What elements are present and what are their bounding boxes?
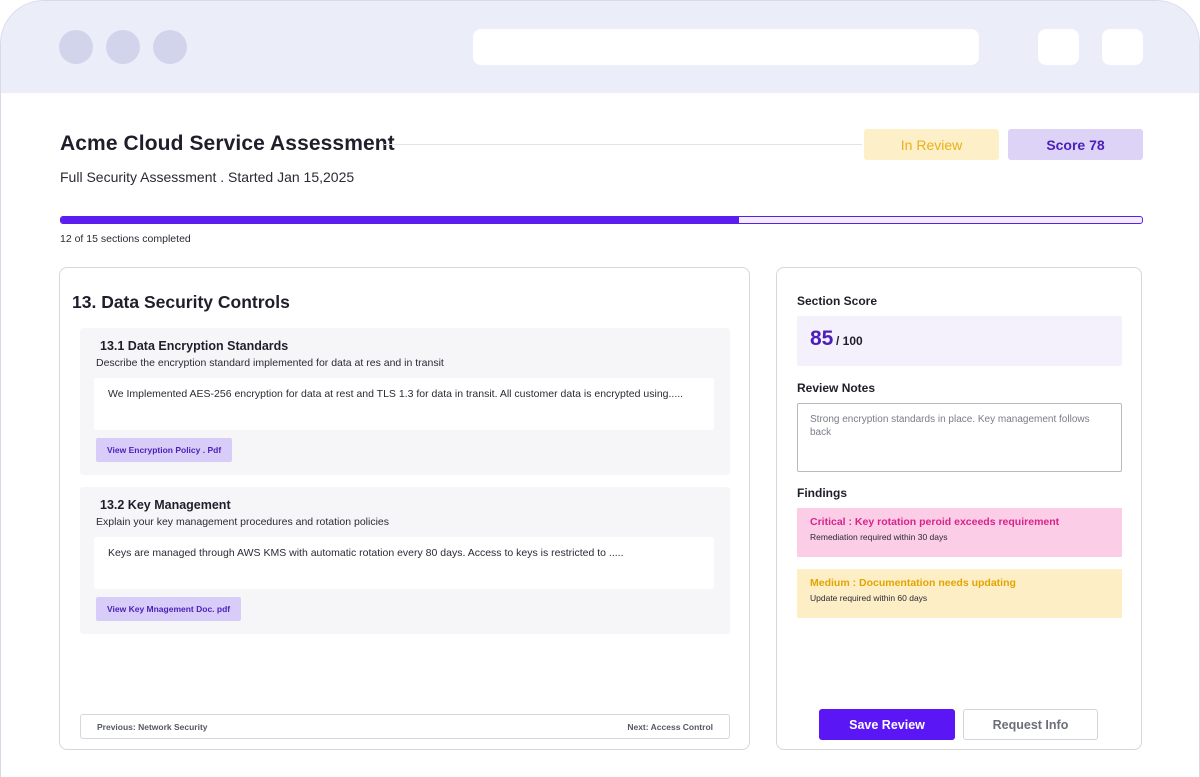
address-bar[interactable]	[473, 29, 979, 65]
review-notes-field[interactable]: Strong encryption standards in place. Ke…	[797, 403, 1122, 472]
finding-critical: Critical : Key rotation peroid exceeds r…	[797, 508, 1122, 557]
finding-title: Critical : Key rotation peroid exceeds r…	[810, 516, 1060, 528]
question-description: Explain your key management procedures a…	[96, 516, 390, 528]
toolbar-button-1[interactable]	[1038, 29, 1079, 65]
question-card: 13.2 Key Management Explain your key man…	[80, 487, 730, 634]
window-chrome	[1, 1, 1199, 93]
answer-text: Keys are managed through AWS KMS with au…	[94, 537, 714, 589]
next-section-link[interactable]: Next: Access Control	[627, 722, 713, 732]
toolbar-button-2[interactable]	[1102, 29, 1143, 65]
question-card: 13.1 Data Encryption Standards Describe …	[80, 328, 730, 475]
review-notes-label: Review Notes	[797, 381, 876, 395]
attachment-button[interactable]: View Encryption Policy . Pdf	[96, 438, 233, 462]
question-title: 13.2 Key Management	[100, 498, 231, 512]
window-maximize-dot[interactable]	[153, 30, 187, 64]
section-title: 13. Data Security Controls	[72, 292, 290, 312]
status-badge: In Review	[864, 129, 999, 160]
review-panel: Section Score 85 / 100 Review Notes Stro…	[776, 267, 1142, 750]
window-close-dot[interactable]	[59, 30, 93, 64]
progress-bar	[60, 216, 1143, 224]
section-score-box: 85 / 100	[797, 316, 1122, 366]
page-subtitle: Full Security Assessment . Started Jan 1…	[60, 169, 355, 185]
section-score-value: 85	[810, 327, 834, 350]
finding-medium: Medium : Documentation needs updating Up…	[797, 569, 1122, 618]
progress-label: 12 of 15 sections completed	[60, 233, 191, 245]
app-window: Acme Cloud Service Assessment Full Secur…	[0, 0, 1200, 777]
page-title: Acme Cloud Service Assessment	[60, 132, 395, 155]
findings-label: Findings	[797, 486, 847, 500]
window-minimize-dot[interactable]	[106, 30, 140, 64]
attachment-button[interactable]: View Key Mnagement Doc. pdf	[96, 597, 242, 621]
save-review-button[interactable]: Save Review	[819, 709, 955, 740]
answer-text: We Implemented AES-256 encryption for da…	[94, 378, 714, 430]
section-panel: 13. Data Security Controls 13.1 Data Enc…	[59, 267, 750, 750]
title-divider	[384, 144, 862, 145]
section-score-label: Section Score	[797, 294, 878, 308]
section-score-max: / 100	[836, 334, 863, 348]
finding-detail: Remediation required within 30 days	[810, 532, 948, 542]
progress-bar-fill	[61, 217, 739, 223]
section-navigation: Previous: Network Security Next: Access …	[80, 714, 730, 739]
finding-detail: Update required within 60 days	[810, 593, 928, 603]
question-title: 13.1 Data Encryption Standards	[100, 339, 289, 353]
finding-title: Medium : Documentation needs updating	[810, 577, 1016, 589]
score-badge: Score 78	[1008, 129, 1143, 160]
previous-section-link[interactable]: Previous: Network Security	[97, 722, 208, 732]
question-description: Describe the encryption standard impleme…	[96, 357, 444, 369]
request-info-button[interactable]: Request Info	[963, 709, 1098, 740]
